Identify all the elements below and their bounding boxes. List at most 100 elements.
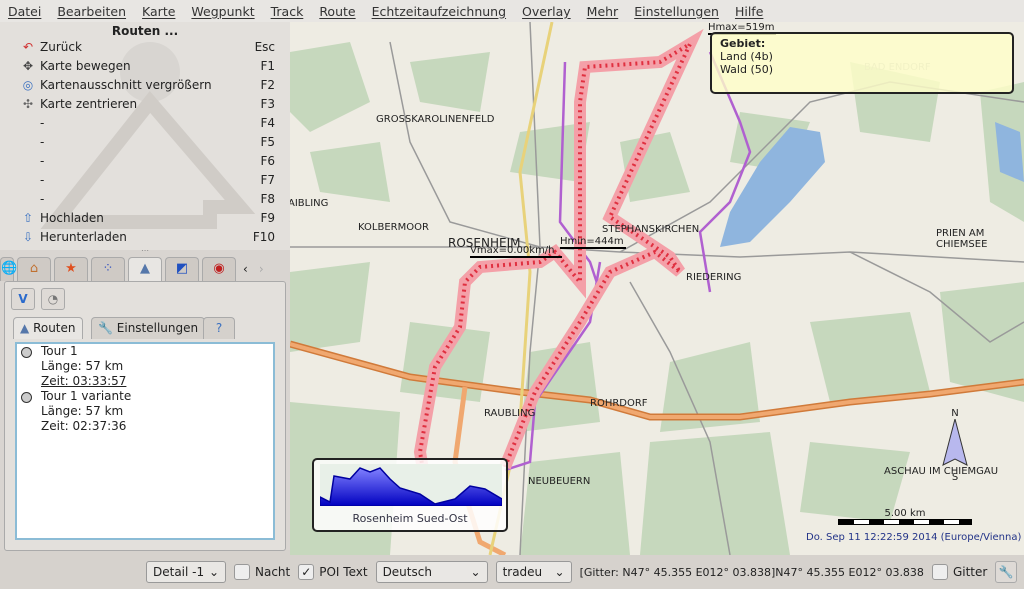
tab-scroll-right-icon[interactable]: › xyxy=(259,257,264,281)
info-box: Gebiet: Land (4b) Wald (50) xyxy=(710,32,1014,94)
elevation-area xyxy=(320,467,502,506)
compass-north: N xyxy=(951,408,959,419)
place-label: ROHRDORF xyxy=(590,398,648,409)
shortcut-label: - xyxy=(40,154,45,168)
disk-button[interactable]: ◔ xyxy=(41,288,65,310)
menu-bearbeiten[interactable]: Bearbeiten xyxy=(49,4,134,19)
shortcut-label-wrap: - xyxy=(20,135,44,149)
undo-arrow-icon: ↶ xyxy=(22,40,34,54)
menu-einstellungen[interactable]: Einstellungen xyxy=(626,4,727,19)
tab-gps[interactable]: ◉ xyxy=(202,257,236,281)
route-name[interactable]: Tour 1 variante xyxy=(41,389,131,403)
elevation-profile[interactable]: Rosenheim Sued-Ost xyxy=(312,458,508,532)
shortcut-item[interactable]: ↶ Zurück Esc xyxy=(20,40,275,54)
settings-button[interactable]: 🔧 xyxy=(995,561,1018,583)
vmax-label: Vmax=0.00km/h xyxy=(470,245,562,258)
tab-favorites[interactable]: ★ xyxy=(54,257,88,281)
shortcut-item[interactable]: ✣ Karte zentrieren F3 xyxy=(20,97,275,111)
route-time: Zeit: 02:37:36 xyxy=(41,419,127,433)
info-line: Land (4b) xyxy=(720,50,773,63)
shortcut-key: F3 xyxy=(260,97,275,111)
shortcut-label-wrap: ✣ Karte zentrieren xyxy=(20,97,137,111)
shortcut-key: F7 xyxy=(260,173,275,187)
tab-globe[interactable]: 🌐 xyxy=(0,257,17,281)
tool-tabs: 🌐 ⌂ ★ ⁘ ▲ ◩ ◉ ‹ › xyxy=(0,257,290,281)
place-label: RIEDERING xyxy=(686,272,742,283)
chevron-down-icon: ⌄ xyxy=(470,565,481,579)
shortcut-item[interactable]: - F6 xyxy=(20,154,275,168)
menu-track[interactable]: Track xyxy=(263,4,312,19)
shortcut-item[interactable]: ✥ Karte bewegen F1 xyxy=(20,59,275,73)
select-all-button[interactable]: V xyxy=(11,288,35,310)
shortcut-panel: Routen ... ↶ Zurück Esc ✥ Karte bewegen F1 ◎ Ka… xyxy=(0,22,290,250)
home-icon: ⌂ xyxy=(29,261,39,276)
coordinates-readout: [Gitter: N47° 45.355 E012° 03.838]N47° 4… xyxy=(579,565,924,579)
center-map-icon: ✣ xyxy=(22,97,34,111)
shortcut-label-wrap: ✥ Karte bewegen xyxy=(20,59,131,73)
scale-label: 5.00 km xyxy=(884,508,926,519)
menu-karte[interactable]: Karte xyxy=(134,4,183,19)
menu-echtzeit[interactable]: Echtzeitaufzeichnung xyxy=(364,4,514,19)
place-label: RAUBLING xyxy=(484,408,536,419)
inner-tab-einstellungen[interactable]: 🔧 Einstellungen xyxy=(91,317,206,339)
place-label: AIBLING xyxy=(290,198,329,209)
night-label: Nacht xyxy=(255,565,291,579)
shortcut-label-wrap: - xyxy=(20,116,44,130)
route-time: Zeit: 03:33:57 xyxy=(41,374,127,388)
shortcut-key: Esc xyxy=(254,40,275,54)
menu-mehr[interactable]: Mehr xyxy=(579,4,627,19)
map-canvas[interactable]: GROSSKAROLINENFELD KOLBERMOOR AIBLING ROSEN… xyxy=(290,22,1024,555)
tab-maps[interactable]: ◩ xyxy=(165,257,199,281)
typ-select[interactable]: tradeu ⌄ xyxy=(495,561,572,583)
detail-select[interactable]: Detail -1 ⌄ xyxy=(146,561,226,583)
grid-checkbox[interactable] xyxy=(931,564,948,580)
shortcut-item[interactable]: ◎ Kartenausschnitt vergrößern F2 xyxy=(20,78,275,92)
routes-pane: V ◔ ▲ Routen 🔧 Einstellungen ? Tour 1 Lä… xyxy=(4,281,286,551)
shortcut-label-wrap: ◎ Kartenausschnitt vergrößern xyxy=(20,78,212,92)
shortcut-item[interactable]: - F4 xyxy=(20,116,275,130)
grid-label: Gitter xyxy=(952,565,988,579)
waypoint-icon: ⁘ xyxy=(102,261,114,276)
shortcut-item[interactable]: ⇧ Hochladen F9 xyxy=(20,211,275,225)
inner-tab-routen[interactable]: ▲ Routen xyxy=(13,317,83,339)
menu-hilfe[interactable]: Hilfe xyxy=(727,4,771,19)
inner-tab-help[interactable]: ? xyxy=(203,317,235,339)
shortcut-label-wrap: ⇧ Hochladen xyxy=(20,211,104,225)
menu-datei[interactable]: Datei xyxy=(0,4,49,19)
disk-icon: ◔ xyxy=(47,292,59,306)
inner-tab-einstellungen-label: Einstellungen xyxy=(116,321,199,335)
route-list[interactable]: Tour 1 Länge: 57 km Zeit: 03:33:57 Tour … xyxy=(15,342,275,540)
shortcut-label-wrap: - xyxy=(20,173,44,187)
wrench-icon: 🔧 xyxy=(998,565,1014,579)
shortcut-item[interactable]: - F7 xyxy=(20,173,275,187)
datetime-label: Do. Sep 11 12:22:59 2014 (Europe/Vienna) xyxy=(806,532,1022,543)
tab-scroll-left-icon[interactable]: ‹ xyxy=(243,257,248,281)
place-label: GROSSKAROLINENFELD xyxy=(376,114,495,125)
menu-overlay[interactable]: Overlay xyxy=(514,4,579,19)
splitter-handle[interactable]: ⋯ xyxy=(0,246,290,255)
inner-tab-routen-label: Routen xyxy=(33,321,76,335)
shortcut-key: F1 xyxy=(260,59,275,73)
chevron-down-icon: ⌄ xyxy=(554,565,565,579)
hmin-label: Hmin=444m xyxy=(560,236,626,249)
shortcut-item[interactable]: - F8 xyxy=(20,192,275,206)
profile-title: Rosenheim Sued-Ost xyxy=(352,512,468,525)
menu-wegpunkt[interactable]: Wegpunkt xyxy=(183,4,262,19)
compass-south: S xyxy=(951,472,959,483)
language-select[interactable]: Deutsch ⌄ xyxy=(375,561,488,583)
status-bar: Detail -1 ⌄ Nacht ✓ POI Text Deutsch ⌄ trad… xyxy=(0,555,1024,589)
menu-route[interactable]: Route xyxy=(311,4,363,19)
night-checkbox[interactable] xyxy=(234,564,250,580)
shortcut-item[interactable]: ⇩ Herunterladen F10 xyxy=(20,230,275,244)
tab-routes[interactable]: ▲ xyxy=(128,257,162,281)
info-line: Wald (50) xyxy=(720,63,774,76)
route-name[interactable]: Tour 1 xyxy=(41,344,78,358)
chevron-down-icon: ⌄ xyxy=(208,565,219,579)
shortcut-key: F8 xyxy=(260,192,275,206)
poi-text-checkbox[interactable]: ✓ xyxy=(298,564,315,580)
shortcut-key: F4 xyxy=(260,116,275,130)
shortcut-item[interactable]: - F5 xyxy=(20,135,275,149)
shortcut-key: F2 xyxy=(260,78,275,92)
tab-home[interactable]: ⌂ xyxy=(17,257,51,281)
tab-waypoints[interactable]: ⁘ xyxy=(91,257,125,281)
